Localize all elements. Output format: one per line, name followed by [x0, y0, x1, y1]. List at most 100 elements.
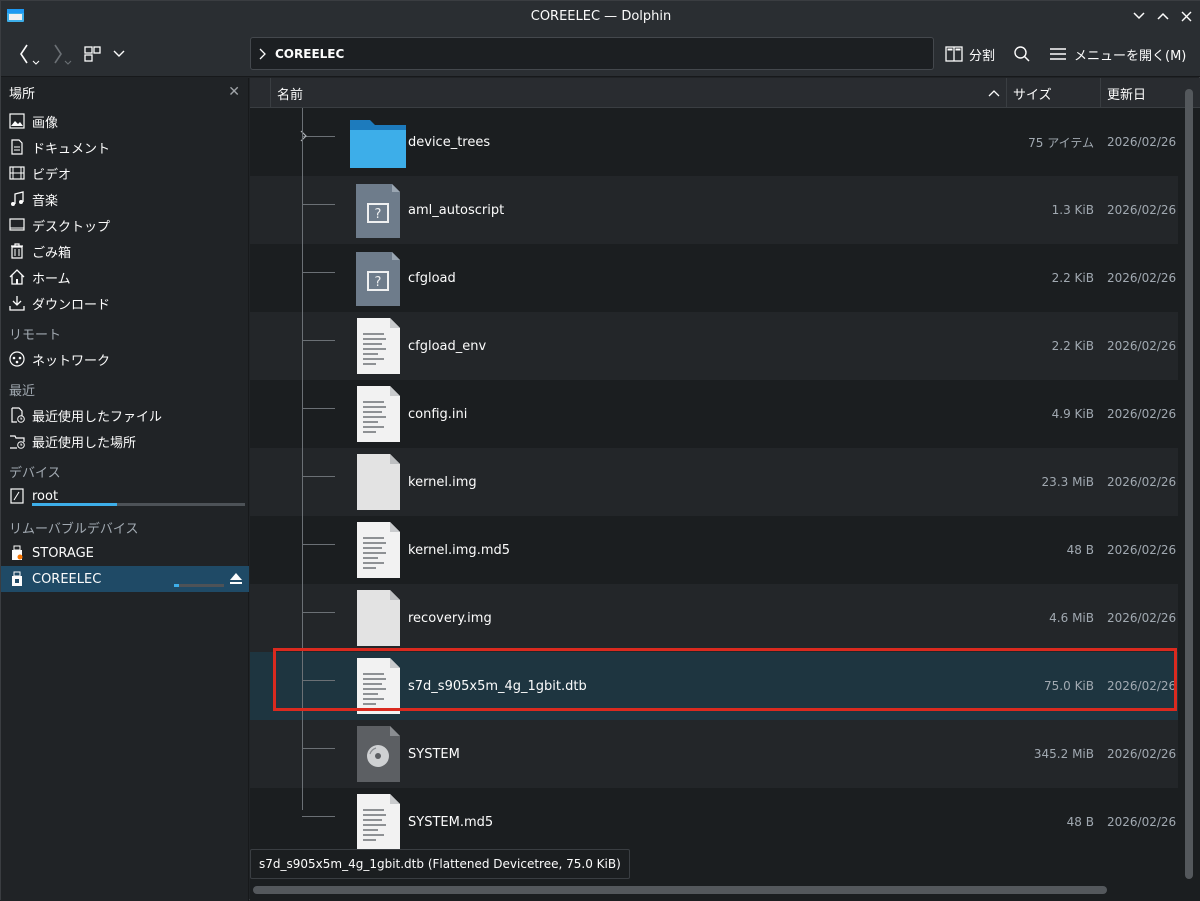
usb-drive-icon: [9, 571, 25, 587]
sidebar-item-coreelec[interactable]: COREELEC: [1, 566, 249, 592]
file-name: device_trees: [408, 134, 491, 150]
view-mode-dropdown[interactable]: [113, 41, 129, 67]
text-file-icon: [348, 384, 408, 444]
sidebar-item-trash[interactable]: ごみ箱: [1, 238, 249, 264]
maximize-button[interactable]: [1154, 7, 1172, 25]
breadcrumb-current[interactable]: COREELEC: [275, 47, 344, 61]
places-panel-title: 場所: [9, 86, 36, 102]
sidebar-item-label: ビデオ: [32, 167, 72, 183]
places-panel-header: 場所: [1, 78, 249, 106]
window-title: COREELEC — Dolphin: [530, 8, 672, 24]
sidebar-item-recent-locations[interactable]: 最近使用した場所: [1, 428, 249, 454]
file-row[interactable]: kernel.img.md5 48 B 2026/02/26: [250, 516, 1178, 584]
file-size: 75 アイテム: [1028, 135, 1094, 150]
panel-close-icon[interactable]: ✕: [228, 84, 240, 100]
split-view-button[interactable]: 分割: [945, 41, 995, 67]
sidebar-item-home[interactable]: ホーム: [1, 264, 249, 290]
trash-icon: [9, 243, 25, 259]
file-date: 2026/02/26: [1107, 747, 1177, 761]
sidebar-item-recent-files[interactable]: 最近使用したファイル: [1, 402, 249, 428]
disc-image-icon: [348, 724, 408, 784]
dolphin-app-icon: [7, 9, 24, 22]
file-row[interactable]: config.ini 4.9 KiB 2026/02/26: [250, 380, 1178, 448]
sidebar-item-videos[interactable]: ビデオ: [1, 160, 249, 186]
file-name: kernel.img.md5: [408, 542, 511, 558]
forward-arrow-icon: [54, 44, 72, 65]
close-button[interactable]: [1177, 7, 1195, 25]
file-row[interactable]: ? cfgload 2.2 KiB 2026/02/26: [250, 244, 1178, 312]
sidebar-item-documents[interactable]: ドキュメント: [1, 134, 249, 160]
file-date: 2026/02/26: [1107, 135, 1177, 149]
view-mode-button[interactable]: [84, 41, 104, 67]
file-row[interactable]: recovery.img 4.6 MiB 2026/02/26: [250, 584, 1178, 652]
horizontal-scrollbar[interactable]: [253, 886, 1107, 894]
column-modified[interactable]: 更新日: [1100, 78, 1178, 108]
sidebar-item-pictures[interactable]: 画像: [1, 108, 249, 134]
sidebar-item-label: ダウンロード: [32, 297, 111, 313]
eject-icon[interactable]: [229, 572, 243, 589]
file-row[interactable]: kernel.img 23.3 MiB 2026/02/26: [250, 448, 1178, 516]
back-arrow-icon: [20, 44, 40, 65]
file-row[interactable]: cfgload_env 2.2 KiB 2026/02/26: [250, 312, 1178, 380]
section-devices: デバイス: [9, 466, 61, 481]
coreelec-capacity-bar: [174, 584, 224, 587]
sidebar-item-label: STORAGE: [32, 545, 94, 561]
file-date: 2026/02/26: [1107, 271, 1177, 285]
file-size: 2.2 KiB: [1051, 339, 1094, 353]
file-date: 2026/02/26: [1107, 611, 1177, 625]
location-breadcrumb[interactable]: COREELEC: [250, 37, 934, 70]
tree-branch-line: [302, 612, 335, 613]
tree-branch-line: [302, 816, 335, 817]
minimize-button[interactable]: [1130, 7, 1148, 25]
column-name[interactable]: 名前: [270, 78, 1006, 108]
places-panel: 場所 ✕ 画像 ドキュメント ビデオ 音楽 デスクトップ ごみ箱 ホーム ダウン…: [1, 78, 249, 901]
network-icon: [9, 351, 25, 367]
split-view-icon: [945, 46, 963, 62]
desktop-icon: [9, 217, 25, 233]
sidebar-item-music[interactable]: 音楽: [1, 186, 249, 212]
unknown-file-icon: ?: [348, 248, 408, 308]
text-file-icon: [348, 316, 408, 376]
file-row[interactable]: device_trees 75 アイテム 2026/02/26: [250, 108, 1178, 176]
section-recent: 最近: [9, 384, 36, 399]
recent-files-icon: [9, 407, 25, 423]
sidebar-item-downloads[interactable]: ダウンロード: [1, 290, 249, 316]
column-size[interactable]: サイズ: [1006, 78, 1100, 108]
file-date: 2026/02/26: [1107, 203, 1177, 217]
file-name: SYSTEM: [408, 746, 460, 762]
column-header: 名前 サイズ 更新日: [250, 78, 1200, 108]
status-text: s7d_s905x5m_4g_1gbit.dtb (Flattened Devi…: [259, 857, 621, 871]
vertical-scrollbar[interactable]: [1185, 89, 1193, 879]
home-icon: [9, 269, 25, 285]
sidebar-item-network[interactable]: ネットワーク: [1, 346, 249, 372]
svg-text:?: ?: [375, 275, 382, 290]
file-row[interactable]: ? aml_autoscript 1.3 KiB 2026/02/26: [250, 176, 1178, 244]
file-row[interactable]: SYSTEM 345.2 MiB 2026/02/26: [250, 720, 1178, 788]
video-icon: [9, 165, 25, 181]
document-icon: [9, 139, 25, 155]
recent-locations-icon: [9, 433, 25, 449]
file-row[interactable]: SYSTEM.md5 48 B 2026/02/26: [250, 788, 1178, 856]
column-size-label: サイズ: [1013, 87, 1052, 103]
root-capacity-fill: [32, 503, 118, 506]
coreelec-capacity-fill: [174, 584, 179, 587]
section-removable: リムーバブルデバイス: [9, 522, 139, 537]
selection-highlight-box: [273, 648, 1177, 711]
column-name-label: 名前: [277, 87, 304, 103]
tree-branch-line: [302, 476, 335, 477]
chevron-right-icon: [259, 48, 266, 59]
file-name: config.ini: [408, 406, 468, 422]
search-button[interactable]: [1013, 41, 1031, 67]
sidebar-item-label: ドキュメント: [32, 141, 111, 157]
split-view-label: 分割: [969, 48, 996, 64]
file-name: aml_autoscript: [408, 202, 505, 218]
file-date: 2026/02/26: [1107, 407, 1177, 421]
sidebar-item-storage[interactable]: STORAGE: [1, 540, 249, 566]
tree-branch-line: [302, 272, 335, 273]
back-button[interactable]: [15, 41, 41, 67]
tree-branch-line: [302, 544, 335, 545]
open-menu-button[interactable]: メニューを開く(M): [1049, 41, 1186, 67]
forward-button[interactable]: [49, 41, 75, 67]
text-file-icon: [348, 520, 408, 580]
sidebar-item-desktop[interactable]: デスクトップ: [1, 212, 249, 238]
